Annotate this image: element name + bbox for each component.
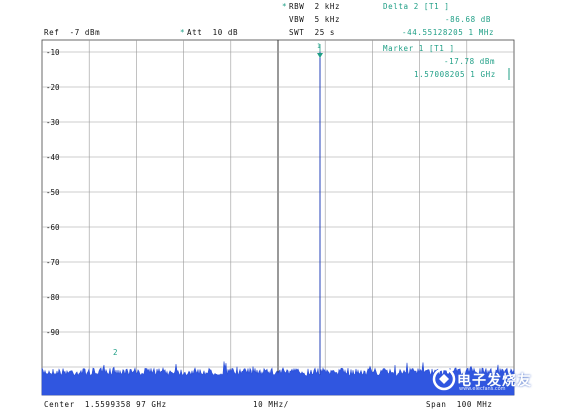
center-frequency: Center 1.5599358 97 GHz: [44, 400, 167, 409]
delta-2-title: Delta 2 [T1 ]: [383, 2, 450, 11]
frequency-per-division: 10 MHz/: [253, 400, 289, 409]
vbw-setting: VBW 5 kHz: [289, 15, 341, 24]
y-label-90: -90: [46, 328, 60, 337]
y-label-70: -70: [46, 258, 60, 267]
y-label-80: -80: [46, 293, 60, 302]
elecfans-logo-icon: [432, 367, 456, 391]
marker-1-triangle: [317, 53, 323, 58]
delta-2-level: -86.68 dB: [445, 15, 492, 24]
marker-1-title: Marker 1 [T1 ]: [383, 44, 455, 53]
att-star: *: [180, 28, 186, 37]
marker-1-level: -17.78 dBm: [444, 57, 496, 66]
plot-grid: [42, 40, 514, 395]
rbw-star: *: [282, 2, 288, 11]
y-label-30: -30: [46, 118, 60, 127]
y-label-60: -60: [46, 223, 60, 232]
rbw-setting: RBW 2 kHz: [289, 2, 341, 11]
marker-1-label: 1: [317, 43, 322, 50]
span-setting: Span 100 MHz: [426, 400, 493, 409]
watermark-url: www.elecfans.com: [459, 386, 506, 392]
ref-level: Ref -7 dBm: [44, 28, 101, 37]
y-label-10: -10: [46, 48, 60, 57]
y-label-40: -40: [46, 153, 60, 162]
delta-2-freq: -44.55128205 1 MHz: [402, 28, 495, 37]
swt-setting: SWT 25 s: [289, 28, 336, 37]
y-label-50: -50: [46, 188, 60, 197]
y-label-20: -20: [46, 83, 60, 92]
attenuation-setting: Att 10 dB: [187, 28, 239, 37]
marker-2-label: 2: [113, 348, 119, 357]
elecfans-watermark: 电子发烧友 www.elecfans.com: [432, 366, 552, 392]
marker-1-freq: 1.57008205 1 GHz: [414, 70, 496, 79]
